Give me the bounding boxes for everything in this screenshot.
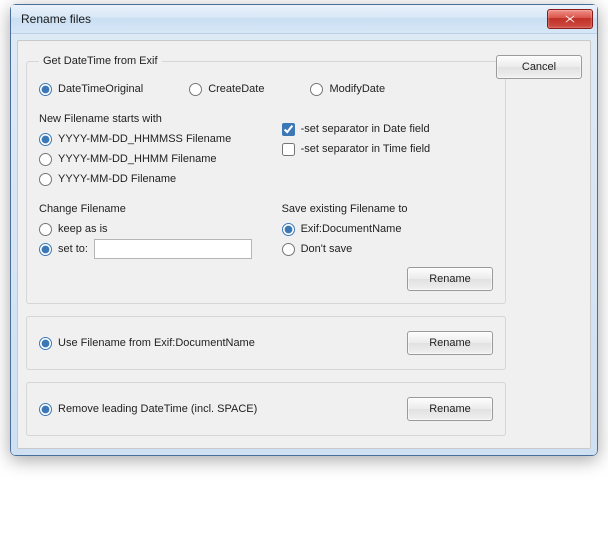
rename-button-main[interactable]: Rename [407,267,493,291]
checkbox-time-separator[interactable] [282,143,295,156]
label-save-exif-doc: Exif:DocumentName [301,219,402,239]
label-keep-as-is: keep as is [58,219,108,239]
change-section-title: Change Filename [39,203,262,215]
radio-save-exif-doc[interactable] [282,223,295,236]
client-area: Get DateTime from Exif DateTimeOriginal … [17,40,591,449]
radio-dont-save[interactable] [282,243,295,256]
label-datetimeoriginal: DateTimeOriginal [58,79,143,99]
close-icon [565,15,575,23]
radio-use-exif-doc[interactable] [39,337,52,350]
close-button[interactable] [547,9,593,29]
label-modifydate: ModifyDate [329,79,385,99]
radio-ymd-hm[interactable] [39,153,52,166]
remove-leading-group: Remove leading DateTime (incl. SPACE) Re… [26,382,506,436]
newname-section-title: New Filename starts with [39,113,262,125]
label-time-separator: -set separator in Time field [301,139,431,159]
radio-createdate[interactable] [189,83,202,96]
rename-button-exifdoc[interactable]: Rename [407,331,493,355]
radio-ymd[interactable] [39,173,52,186]
use-exif-doc-group: Use Filename from Exif:DocumentName Rena… [26,316,506,370]
label-date-separator: -set separator in Date field [301,119,430,139]
cancel-button[interactable]: Cancel [496,55,582,79]
checkbox-date-separator[interactable] [282,123,295,136]
label-ymd-hm: YYYY-MM-DD_HHMM Filename [58,149,217,169]
label-ymd: YYYY-MM-DD Filename [58,169,176,189]
radio-datetimeoriginal[interactable] [39,83,52,96]
label-ymd-hms: YYYY-MM-DD_HHMMSS Filename [58,129,231,149]
radio-set-to[interactable] [39,243,52,256]
label-remove-leading: Remove leading DateTime (incl. SPACE) [58,399,257,419]
radio-keep-as-is[interactable] [39,223,52,236]
datetime-rename-group: Get DateTime from Exif DateTimeOriginal … [26,55,506,304]
radio-modifydate[interactable] [310,83,323,96]
label-use-exif-doc: Use Filename from Exif:DocumentName [58,333,255,353]
radio-ymd-hms[interactable] [39,133,52,146]
rename-files-dialog: Rename files Get DateTime from Exif Date… [10,4,598,456]
label-set-to: set to: [58,239,88,259]
rename-button-removeleading[interactable]: Rename [407,397,493,421]
window-title: Rename files [21,12,91,26]
label-createdate: CreateDate [208,79,264,99]
save-section-title: Save existing Filename to [282,203,493,215]
label-dont-save: Don't save [301,239,353,259]
titlebar[interactable]: Rename files [11,5,597,34]
input-set-to[interactable] [94,239,252,259]
radio-remove-leading[interactable] [39,403,52,416]
exif-section-title: Get DateTime from Exif [39,55,162,67]
